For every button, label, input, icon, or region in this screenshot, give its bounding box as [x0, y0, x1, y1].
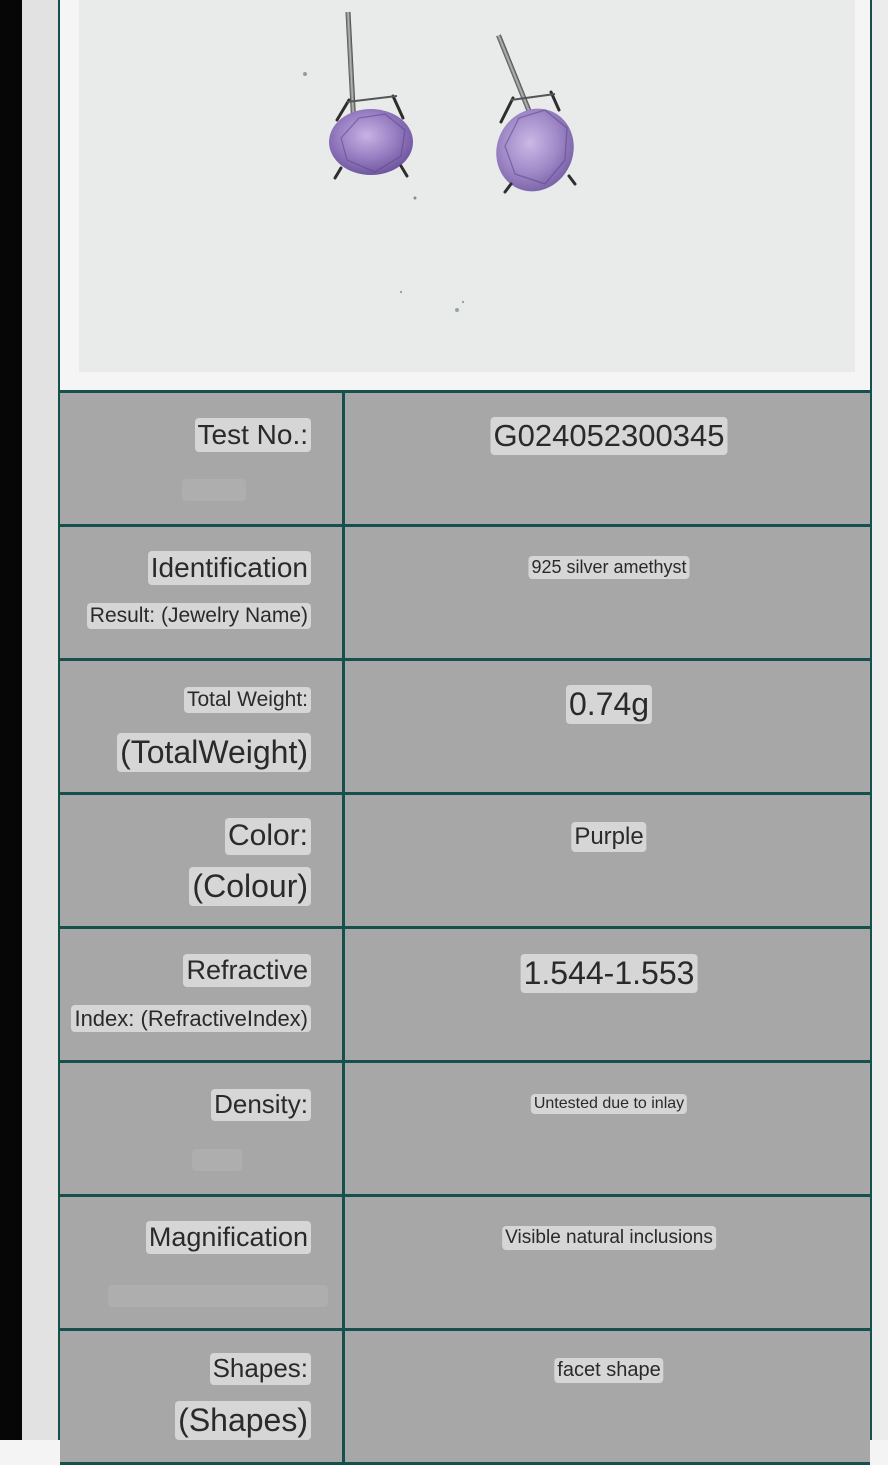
label-line1: Test No.:: [194, 418, 311, 453]
value-cell: 925 silver amethyst: [348, 527, 870, 658]
row-shapes: Shapes: (Shapes) facet shape: [60, 1331, 870, 1465]
left-black-bar: [0, 0, 22, 1440]
label-cell: Color: (Colour): [60, 795, 345, 926]
page-margin-right: [872, 0, 888, 1440]
test-number-value: G024052300345: [490, 417, 728, 455]
row-color: Color: (Colour) Purple: [60, 795, 870, 929]
value-cell: Visible natural inclusions: [348, 1197, 870, 1328]
density-value: Untested due to inlay: [530, 1094, 688, 1115]
magnification-value: Visible natural inclusions: [502, 1226, 716, 1250]
refractive-index-value: 1.544-1.553: [520, 954, 698, 993]
faint-text: [192, 1149, 242, 1171]
label-cell: Density:: [60, 1063, 345, 1194]
right-earring: [496, 34, 577, 194]
label-line2: (Shapes): [175, 1401, 311, 1440]
value-cell: Untested due to inlay: [348, 1063, 870, 1194]
label-cell: Test No.:: [60, 393, 345, 524]
label-line2: (Colour): [189, 867, 311, 906]
product-photo: [79, 0, 855, 372]
left-earring: [329, 11, 413, 180]
label-line2: Result: (Jewelry Name): [86, 603, 311, 630]
row-density: Density: Untested due to inlay: [60, 1063, 870, 1197]
value-cell: 1.544-1.553: [348, 929, 870, 1060]
amethyst-stud-earrings-photo: [303, 11, 577, 312]
value-cell: facet shape: [348, 1331, 870, 1462]
label-line2: (TotalWeight): [117, 733, 311, 772]
label-line1: Magnification: [145, 1221, 311, 1255]
label-line1: Shapes:: [209, 1353, 311, 1385]
value-cell: 0.74g: [348, 661, 870, 792]
row-refractive-index: Refractive Index: (RefractiveIndex) 1.54…: [60, 929, 870, 1063]
row-total-weight: Total Weight: (TotalWeight) 0.74g: [60, 661, 870, 795]
row-identification: Identification Result: (Jewelry Name) 92…: [60, 527, 870, 661]
label-cell: Total Weight: (TotalWeight): [60, 661, 345, 792]
row-magnification: Magnification Visible natural inclusions: [60, 1197, 870, 1331]
color-value: Purple: [571, 822, 647, 852]
certificate: Test No.: G024052300345 Identification R…: [58, 0, 872, 1465]
test-results-table: Test No.: G024052300345 Identification R…: [60, 390, 870, 1465]
label-line1: Density:: [211, 1089, 311, 1121]
label-cell: Identification Result: (Jewelry Name): [60, 527, 345, 658]
label-cell: Refractive Index: (RefractiveIndex): [60, 929, 345, 1060]
photo-frame: [60, 0, 870, 390]
faint-text: [108, 1285, 328, 1307]
label-cell: Shapes: (Shapes): [60, 1331, 345, 1462]
shape-value: facet shape: [554, 1358, 664, 1383]
total-weight-value: 0.74g: [565, 685, 653, 724]
label-cell: Magnification: [60, 1197, 345, 1328]
label-line1: Refractive: [183, 954, 311, 988]
label-line1: Color:: [224, 818, 311, 855]
value-cell: G024052300345: [348, 393, 870, 524]
value-cell: Purple: [348, 795, 870, 926]
label-line1: Identification: [147, 551, 311, 586]
page-margin: [22, 0, 60, 1440]
row-test-no: Test No.: G024052300345: [60, 393, 870, 527]
jewelry-name-value: 925 silver amethyst: [528, 556, 690, 579]
label-line1: Total Weight:: [183, 687, 311, 714]
faint-text: [182, 479, 246, 501]
label-line2: Index: (RefractiveIndex): [71, 1005, 311, 1033]
